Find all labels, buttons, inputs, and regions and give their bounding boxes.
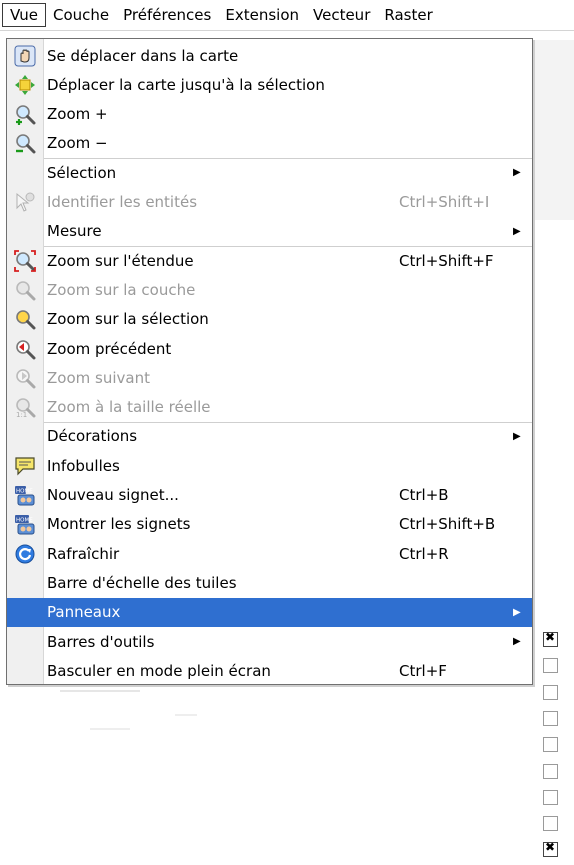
- new-bookmark-icon: HOME: [7, 481, 43, 510]
- show-bookmarks-icon: HOME: [7, 510, 43, 539]
- background-toolbar: [531, 40, 574, 220]
- menu-item-nouveau-signet[interactable]: HOME Nouveau signet... Ctrl+B: [7, 481, 532, 510]
- zoom-full-icon: [7, 246, 43, 275]
- menu-item-label: Zoom sur la couche: [47, 280, 196, 299]
- icon-placeholder: [7, 217, 43, 246]
- menu-item-label: Zoom à la taille réelle: [47, 398, 211, 417]
- menu-item-se-deplacer-dans-la-carte[interactable]: Se déplacer dans la carte: [7, 41, 532, 70]
- menu-item-zoom-sur-la-selection[interactable]: Zoom sur la sélection: [7, 305, 532, 334]
- menu-item-label: Nouveau signet...: [47, 486, 179, 504]
- zoom-actual-icon: 1:1: [7, 393, 43, 422]
- svg-text:HOME: HOME: [16, 489, 33, 495]
- menu-item-label: Barres d'outils: [47, 632, 155, 651]
- menu-item-label: Se déplacer dans la carte: [47, 46, 239, 65]
- zoom-last-icon: [7, 334, 43, 363]
- zoom-next-icon: [7, 363, 43, 392]
- zoom-selection-icon: [7, 305, 43, 334]
- menu-raster[interactable]: Raster: [377, 3, 439, 27]
- panel-checkbox[interactable]: [543, 684, 558, 700]
- menu-item-label: Sélection: [47, 163, 117, 182]
- shortcut-label: Ctrl+Shift+I: [399, 193, 490, 211]
- submenu-arrow-icon: ▶: [513, 606, 521, 618]
- menu-item-zoom-precedent[interactable]: Zoom précédent: [7, 334, 532, 363]
- icon-placeholder: [7, 598, 43, 627]
- menu-item-zoom[interactable]: Zoom −: [7, 129, 532, 158]
- menu-item-zoom-sur-l-etendue[interactable]: Zoom sur l'étendue Ctrl+Shift+F: [7, 246, 532, 275]
- icon-placeholder: [7, 627, 43, 656]
- menu-item-rafraichir[interactable]: Rafraîchir Ctrl+R: [7, 539, 532, 568]
- menu-item-decorations[interactable]: Décorations ▶: [7, 422, 532, 451]
- submenu-arrow-icon: ▶: [513, 167, 521, 179]
- tooltip-icon: [7, 451, 43, 480]
- menu-item-label: Déplacer la carte jusqu'à la sélection: [47, 75, 325, 94]
- menu-vue[interactable]: Vue: [2, 3, 46, 27]
- panel-checkbox[interactable]: [543, 816, 558, 832]
- svg-text:1:1: 1:1: [16, 411, 27, 418]
- menu-item-zoom-a-la-taille-reelle: 1:1 Zoom à la taille réelle: [7, 393, 532, 422]
- pan-to-selection-icon: [7, 70, 43, 99]
- menu-item-infobulles[interactable]: Infobulles: [7, 451, 532, 480]
- background-line: [90, 728, 130, 730]
- menu-item-zoom-suivant: Zoom suivant: [7, 363, 532, 392]
- panel-checkbox[interactable]: [543, 737, 558, 753]
- menu-item-label: Barre d'échelle des tuiles: [47, 573, 237, 592]
- menu-item-label: Zoom suivant: [47, 368, 150, 387]
- zoom-layer-icon: [7, 275, 43, 304]
- shortcut-label: Ctrl+R: [399, 544, 449, 563]
- menu-item-montrer-les-signets[interactable]: HOME Montrer les signets Ctrl+Shift+B: [7, 510, 532, 539]
- submenu-arrow-icon: ▶: [513, 430, 521, 442]
- zoom-in-icon: [7, 100, 43, 129]
- shortcut-label: Ctrl+Shift+B: [399, 515, 496, 534]
- menu-item-label: Décorations: [47, 427, 138, 446]
- menu-item-panneaux[interactable]: Panneaux ▶: [7, 597, 532, 627]
- shortcut-label: Ctrl+Shift+F: [399, 251, 494, 270]
- menu-item-label: Zoom précédent: [47, 339, 172, 358]
- menu-item-basculer-en-mode-plein-ecran[interactable]: Basculer en mode plein écran Ctrl+F: [7, 656, 532, 685]
- menu-item-label: Zoom −: [47, 134, 108, 153]
- menu-item-deplacer-la-carte-jusqu-a-la-selection[interactable]: Déplacer la carte jusqu'à la sélection: [7, 70, 532, 99]
- menu-item-identifier-les-entites: Identifier les entités Ctrl+Shift+I: [7, 188, 532, 217]
- menu-item-selection[interactable]: Sélection ▶: [7, 158, 532, 187]
- refresh-icon: [7, 539, 43, 568]
- icon-placeholder: [7, 568, 43, 597]
- menubar: Vue Couche Préférences Extension Vecteur…: [0, 0, 574, 31]
- menu-preferences[interactable]: Préférences: [116, 3, 218, 27]
- panel-checkbox[interactable]: [543, 630, 558, 647]
- icon-placeholder: [7, 656, 43, 685]
- menu-item-barres-d-outils[interactable]: Barres d'outils ▶: [7, 627, 532, 656]
- panel-checkbox[interactable]: [543, 710, 558, 726]
- menu-item-label: Rafraîchir: [47, 544, 120, 563]
- view-menu-dropdown: Se déplacer dans la carte Déplacer la car…: [6, 38, 533, 685]
- menu-item-label: Zoom sur la sélection: [47, 310, 209, 329]
- shortcut-label: Ctrl+F: [399, 661, 447, 680]
- menu-item-label: Basculer en mode plein écran: [47, 661, 271, 680]
- panel-checkbox[interactable]: [543, 789, 558, 805]
- icon-placeholder: [7, 422, 43, 451]
- menu-extension[interactable]: Extension: [218, 3, 306, 27]
- background-line: [175, 714, 197, 716]
- hand-icon: [7, 41, 43, 70]
- panel-checkbox[interactable]: [543, 658, 558, 674]
- menu-item-label: Infobulles: [47, 456, 120, 475]
- panel-checkbox[interactable]: [543, 763, 558, 779]
- icon-placeholder: [7, 158, 43, 187]
- shortcut-label: Ctrl+B: [399, 486, 449, 504]
- menu-item-label: Zoom +: [47, 105, 108, 124]
- menu-couche[interactable]: Couche: [46, 3, 116, 27]
- menu-item-label: Panneaux: [47, 603, 121, 622]
- menu-vecteur[interactable]: Vecteur: [306, 3, 377, 27]
- svg-text:HOME: HOME: [16, 518, 33, 524]
- submenu-arrow-icon: ▶: [513, 225, 521, 237]
- identify-icon: [7, 188, 43, 217]
- background-line: [60, 690, 140, 692]
- zoom-out-icon: [7, 129, 43, 158]
- menu-item-label: Mesure: [47, 222, 102, 241]
- menu-item-barre-d-echelle-des-tuiles[interactable]: Barre d'échelle des tuiles: [7, 568, 532, 597]
- panel-checkbox[interactable]: [543, 840, 558, 858]
- menu-item-zoom-sur-la-couche: Zoom sur la couche: [7, 275, 532, 304]
- submenu-arrow-icon: ▶: [513, 636, 521, 647]
- menu-item-mesure[interactable]: Mesure ▶: [7, 217, 532, 246]
- menu-item-zoom[interactable]: Zoom +: [7, 100, 532, 129]
